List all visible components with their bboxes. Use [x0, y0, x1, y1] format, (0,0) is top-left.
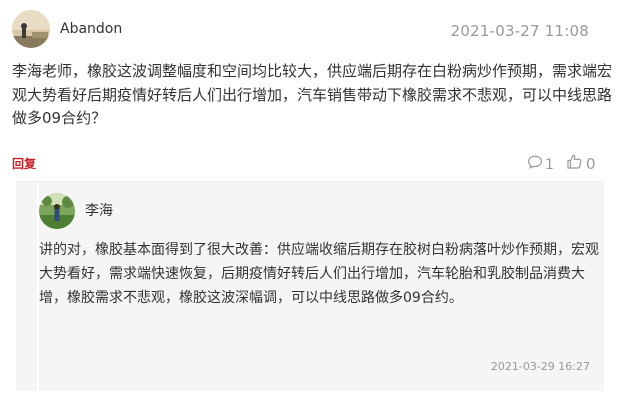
- post-timestamp: 2021-03-27 11:08: [450, 22, 589, 40]
- comment-count-button[interactable]: 1: [527, 154, 554, 175]
- comment-count-value: 1: [545, 156, 554, 173]
- thumbs-up-icon: [566, 153, 583, 174]
- reply-author-avatar[interactable]: [39, 193, 75, 229]
- comment-post: Abandon 2021-03-27 11:08 李海老师，橡胶这波调整幅度和空…: [0, 0, 623, 410]
- reply-button[interactable]: 回复: [12, 156, 36, 172]
- reply-container: 李海 讲的对，橡胶基本面得到了很大改善：供应端收缩后期存在胶树白粉病落叶炒作预期…: [16, 181, 604, 391]
- post-content: 李海老师，橡胶这波调整幅度和空间均比较大，供应端后期存在白粉病炒作预期，需求端宏…: [12, 62, 613, 127]
- reply-timestamp: 2021-03-29 16:27: [490, 360, 590, 373]
- like-button[interactable]: 0: [566, 153, 596, 174]
- like-count-value: 0: [586, 154, 596, 173]
- comment-bubble-icon: [527, 154, 543, 175]
- reply-author-name[interactable]: 李海: [85, 202, 113, 220]
- author-avatar[interactable]: [12, 10, 50, 48]
- reply-content: 讲的对，橡胶基本面得到了很大改善：供应端收缩后期存在胶树白粉病落叶炒作预期，宏观…: [39, 242, 599, 306]
- author-name[interactable]: Abandon: [60, 20, 122, 38]
